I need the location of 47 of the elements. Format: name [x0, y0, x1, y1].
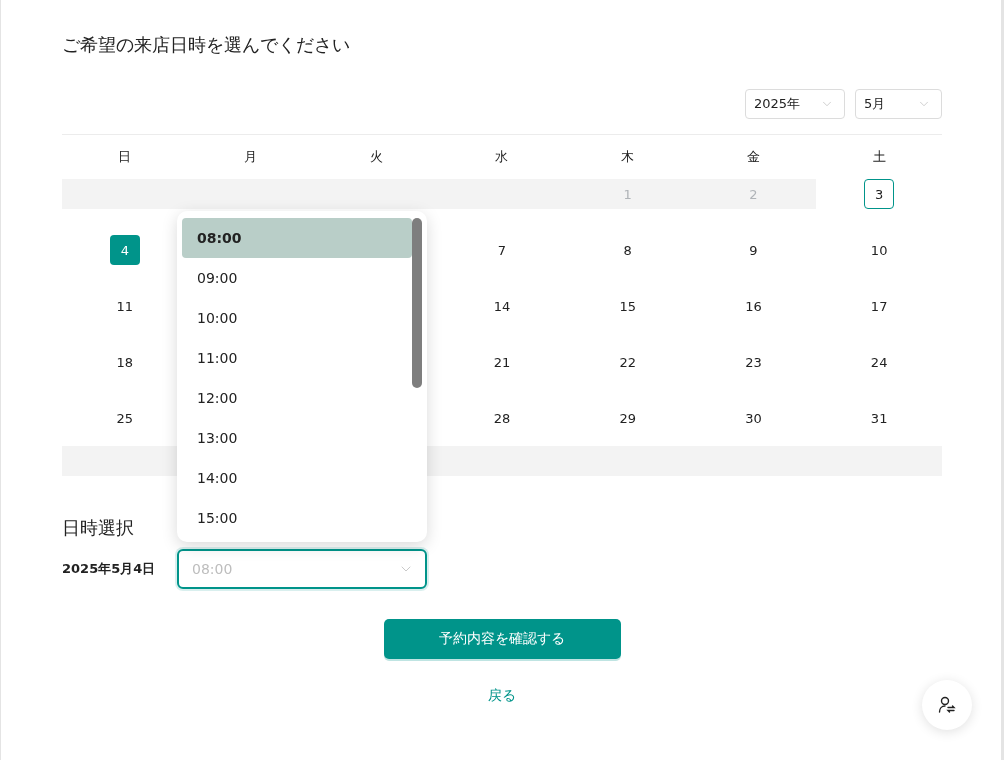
- back-link[interactable]: 戻る: [488, 687, 516, 705]
- calendar-day[interactable]: 7: [487, 235, 517, 265]
- time-option[interactable]: 08:00: [182, 218, 412, 258]
- calendar-day[interactable]: 4: [109, 235, 140, 265]
- calendar-day[interactable]: 24: [864, 347, 895, 377]
- section-heading: 日時選択: [62, 516, 134, 540]
- weekday-label: 木: [620, 148, 636, 166]
- calendar-day[interactable]: 29: [612, 403, 643, 433]
- calendar-day[interactable]: 3: [864, 179, 895, 209]
- time-option[interactable]: 15:00: [182, 498, 412, 538]
- calendar-day[interactable]: 9: [738, 235, 769, 265]
- calendar-day[interactable]: 31: [864, 403, 895, 433]
- calendar-day[interactable]: 22: [612, 347, 643, 377]
- page-title: ご希望の来店日時を選んでください: [62, 33, 351, 57]
- floating-action-button[interactable]: [922, 680, 972, 730]
- user-swap-icon: [938, 696, 956, 714]
- calendar-day[interactable]: 21: [487, 347, 517, 377]
- calendar-day[interactable]: 25: [109, 403, 140, 433]
- month-select[interactable]: 5月: [855, 89, 942, 119]
- time-option[interactable]: 12:00: [182, 378, 412, 418]
- time-option[interactable]: 13:00: [182, 418, 412, 458]
- calendar-day[interactable]: 17: [864, 291, 895, 321]
- calendar-day[interactable]: 30: [738, 403, 769, 433]
- calendar-day[interactable]: 10: [864, 235, 895, 265]
- year-select[interactable]: 2025年: [745, 89, 845, 119]
- weekday-label: 水: [494, 148, 510, 166]
- calendar-day[interactable]: 18: [109, 347, 140, 377]
- calendar-day[interactable]: 16: [738, 291, 769, 321]
- weekday-label: 火: [368, 148, 384, 166]
- calendar-day[interactable]: 11: [109, 291, 140, 321]
- time-option[interactable]: 10:00: [182, 298, 412, 338]
- time-option[interactable]: 14:00: [182, 458, 412, 498]
- calendar-day[interactable]: 8: [612, 235, 643, 265]
- weekday-label: 日: [117, 148, 133, 166]
- scrollbar-thumb[interactable]: [412, 218, 422, 388]
- time-option[interactable]: 09:00: [182, 258, 412, 298]
- weekday-label: 月: [243, 148, 259, 166]
- calendar-day[interactable]: 23: [738, 347, 769, 377]
- weekday-label: 土: [871, 148, 887, 166]
- weekday-label: 金: [745, 148, 761, 166]
- calendar-day[interactable]: 14: [487, 291, 517, 321]
- time-select-field[interactable]: 08:00: [177, 549, 427, 589]
- calendar-day[interactable]: 28: [487, 403, 517, 433]
- time-option[interactable]: 11:00: [182, 338, 412, 378]
- calendar-day[interactable]: 15: [612, 291, 643, 321]
- selected-date-label: 2025年5月4日: [62, 560, 157, 578]
- confirm-button[interactable]: 予約内容を確認する: [383, 619, 621, 659]
